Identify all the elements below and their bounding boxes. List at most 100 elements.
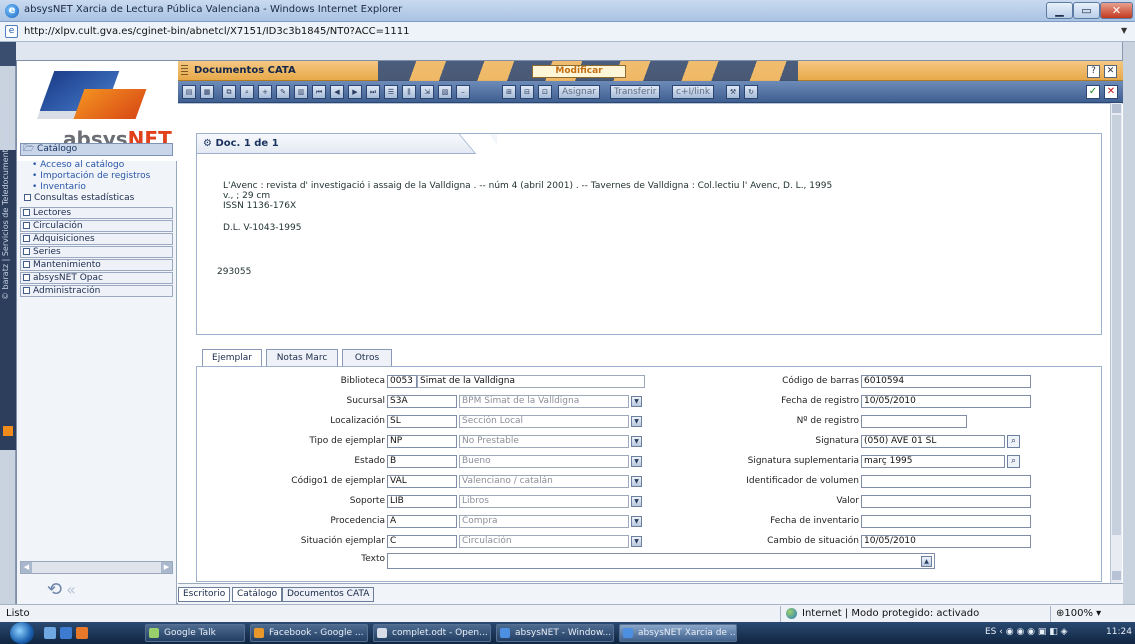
localizacion-code-field[interactable]: SL bbox=[387, 415, 457, 428]
transfer-button[interactable]: Transferir bbox=[610, 85, 661, 99]
fecha-inventario-field[interactable] bbox=[861, 515, 1031, 528]
search-icon[interactable]: ⌕ bbox=[1007, 455, 1020, 468]
delete-icon[interactable]: ▥ bbox=[294, 85, 308, 99]
first-record-icon[interactable]: ⏮ bbox=[312, 85, 326, 99]
scroll-up-icon[interactable] bbox=[1112, 104, 1121, 113]
codigo1-code-field[interactable]: VAL bbox=[387, 475, 457, 488]
dropdown-arrow-icon[interactable]: ▼ bbox=[631, 436, 642, 447]
logout-icon[interactable]: ⟲ bbox=[47, 579, 62, 600]
close-icon[interactable]: ✕ bbox=[1104, 65, 1117, 78]
notes-icon[interactable]: ▧ bbox=[438, 85, 452, 99]
app-quicklaunch-icon[interactable] bbox=[76, 627, 88, 639]
dropdown-arrow-icon[interactable]: ▼ bbox=[631, 396, 642, 407]
estado-code-field[interactable]: B bbox=[387, 455, 457, 468]
sidebar-scrollbar[interactable]: ◀ ▶ bbox=[20, 561, 173, 574]
task-absysnet-xarcia[interactable]: absysNET Xarcia de ... bbox=[619, 624, 737, 642]
valor-field[interactable] bbox=[861, 495, 1031, 508]
prev-record-icon[interactable]: ◀ bbox=[330, 85, 344, 99]
codigo1-desc-field[interactable]: Valenciano / catalán bbox=[459, 475, 629, 488]
sidebar-item-adquisiciones[interactable]: Adquisiciones bbox=[20, 233, 173, 245]
sidebar-item-circulacion[interactable]: Circulación bbox=[20, 220, 173, 232]
clock[interactable]: 11:24 bbox=[1106, 627, 1132, 637]
dropdown-arrow-icon[interactable]: ▼ bbox=[631, 496, 642, 507]
add-icon[interactable]: + bbox=[258, 85, 272, 99]
procedencia-desc-field[interactable]: Compra bbox=[459, 515, 629, 528]
fecha-registro-field[interactable]: 10/05/2010 bbox=[861, 395, 1031, 408]
cancel-button[interactable]: ✕ bbox=[1104, 85, 1118, 99]
signatura-suplementaria-field[interactable]: març 1995 bbox=[861, 455, 1005, 468]
last-record-icon[interactable]: ⏭ bbox=[366, 85, 380, 99]
sidebar-item-acceso[interactable]: • Acceso al catálogo bbox=[20, 160, 173, 171]
dropdown-arrow-icon[interactable]: ▼ bbox=[631, 536, 642, 547]
tab-escritorio[interactable]: Escritorio bbox=[178, 587, 231, 602]
soporte-code-field[interactable]: LIB bbox=[387, 495, 457, 508]
sidebar-item-opac[interactable]: absysNET Opac bbox=[20, 272, 173, 284]
sidebar-item-lectores[interactable]: Lectores bbox=[20, 207, 173, 219]
scroll-down-icon[interactable] bbox=[1112, 571, 1121, 580]
close-window-button[interactable]: ✕ bbox=[1100, 2, 1133, 19]
tab-catalogo[interactable]: Catálogo bbox=[232, 587, 283, 602]
address-url[interactable]: http://xlpv.cult.gva.es/cginet-bin/abnet… bbox=[24, 26, 409, 37]
task-facebook[interactable]: Facebook - Google ... bbox=[250, 624, 368, 642]
num-registro-field[interactable] bbox=[861, 415, 967, 428]
tipo-ejemplar-code-field[interactable]: NP bbox=[387, 435, 457, 448]
biblioteca-code-field[interactable]: 0053 bbox=[387, 375, 417, 388]
task-complet-odt[interactable]: complet.odt - Open... bbox=[373, 624, 491, 642]
identificador-volumen-field[interactable] bbox=[861, 475, 1031, 488]
content-scrollbar[interactable] bbox=[1110, 103, 1122, 583]
form2-icon[interactable]: ⊟ bbox=[520, 85, 534, 99]
dropdown-arrow-icon[interactable]: ▼ bbox=[631, 516, 642, 527]
copy-icon[interactable]: ⧉ bbox=[222, 85, 236, 99]
maximize-button[interactable]: ▭ bbox=[1073, 2, 1100, 19]
localizacion-desc-field[interactable]: Sección Local bbox=[459, 415, 629, 428]
scroll-right-icon[interactable]: ▶ bbox=[161, 562, 172, 573]
export-icon[interactable]: ⇲ bbox=[420, 85, 434, 99]
codigo-barras-field[interactable]: 6010594 bbox=[861, 375, 1031, 388]
tab-documentos-cata[interactable]: Documentos CATA bbox=[282, 587, 375, 602]
minimize-button[interactable]: ▁ bbox=[1046, 2, 1073, 19]
next-record-icon[interactable]: ▶ bbox=[348, 85, 362, 99]
tab-notas-marc[interactable]: Notas Marc bbox=[266, 349, 338, 367]
assign-button[interactable]: Asignar bbox=[558, 85, 600, 99]
sidebar-item-consultas[interactable]: Consultas estadísticas bbox=[20, 193, 173, 204]
sidebar-item-series[interactable]: Series bbox=[20, 246, 173, 258]
estado-desc-field[interactable]: Bueno bbox=[459, 455, 629, 468]
back-nav[interactable]: ⟲ « bbox=[47, 579, 76, 600]
dropdown-arrow-icon[interactable]: ▼ bbox=[631, 456, 642, 467]
situacion-code-field[interactable]: C bbox=[387, 535, 457, 548]
dropdown-arrow-icon[interactable]: ▼ bbox=[631, 416, 642, 427]
task-absysnet-window[interactable]: absysNET - Window... bbox=[496, 624, 614, 642]
ie-quicklaunch-icon[interactable] bbox=[60, 627, 72, 639]
scroll-left-icon[interactable]: ◀ bbox=[21, 562, 32, 573]
columns-icon[interactable]: ⫼ bbox=[402, 85, 416, 99]
expand-icon[interactable]: ▲ bbox=[921, 556, 932, 567]
task-google-talk[interactable]: Google Talk bbox=[145, 624, 245, 642]
minus-icon[interactable]: – bbox=[456, 85, 470, 99]
list-icon[interactable]: ☰ bbox=[384, 85, 398, 99]
form-icon[interactable]: ⊞ bbox=[502, 85, 516, 99]
chevron-down-icon[interactable]: ▼ bbox=[1121, 26, 1127, 35]
security-zone[interactable]: Internet | Modo protegido: activado bbox=[802, 608, 979, 619]
texto-field[interactable] bbox=[387, 553, 935, 569]
sucursal-code-field[interactable]: S3A bbox=[387, 395, 457, 408]
link-button[interactable]: c+I/link bbox=[672, 85, 715, 99]
sucursal-desc-field[interactable]: BPM Simat de la Valldigna bbox=[459, 395, 629, 408]
confirm-button[interactable]: ✓ bbox=[1086, 85, 1100, 99]
save-icon[interactable]: ▤ bbox=[182, 85, 196, 99]
sidebar-item-administracion[interactable]: Administración bbox=[20, 285, 173, 297]
modify-button[interactable]: Modificar bbox=[532, 65, 626, 78]
show-desktop-icon[interactable] bbox=[44, 627, 56, 639]
form3-icon[interactable]: ⊡ bbox=[538, 85, 552, 99]
tools-icon[interactable]: ⚒ bbox=[726, 85, 740, 99]
dropdown-arrow-icon[interactable]: ▼ bbox=[631, 476, 642, 487]
grid-icon[interactable]: ▦ bbox=[200, 85, 214, 99]
zoom-level[interactable]: ⊕100% ▾ bbox=[1056, 608, 1101, 619]
help-icon[interactable]: ? bbox=[1087, 65, 1100, 78]
edit-icon[interactable]: ✎ bbox=[276, 85, 290, 99]
tab-otros[interactable]: Otros bbox=[342, 349, 392, 367]
sidebar-item-inventario[interactable]: • Inventario bbox=[20, 182, 173, 193]
soporte-desc-field[interactable]: Libros bbox=[459, 495, 629, 508]
cambio-situacion-field[interactable]: 10/05/2010 bbox=[861, 535, 1031, 548]
double-chevron-left-icon[interactable]: « bbox=[66, 580, 76, 599]
procedencia-code-field[interactable]: A bbox=[387, 515, 457, 528]
